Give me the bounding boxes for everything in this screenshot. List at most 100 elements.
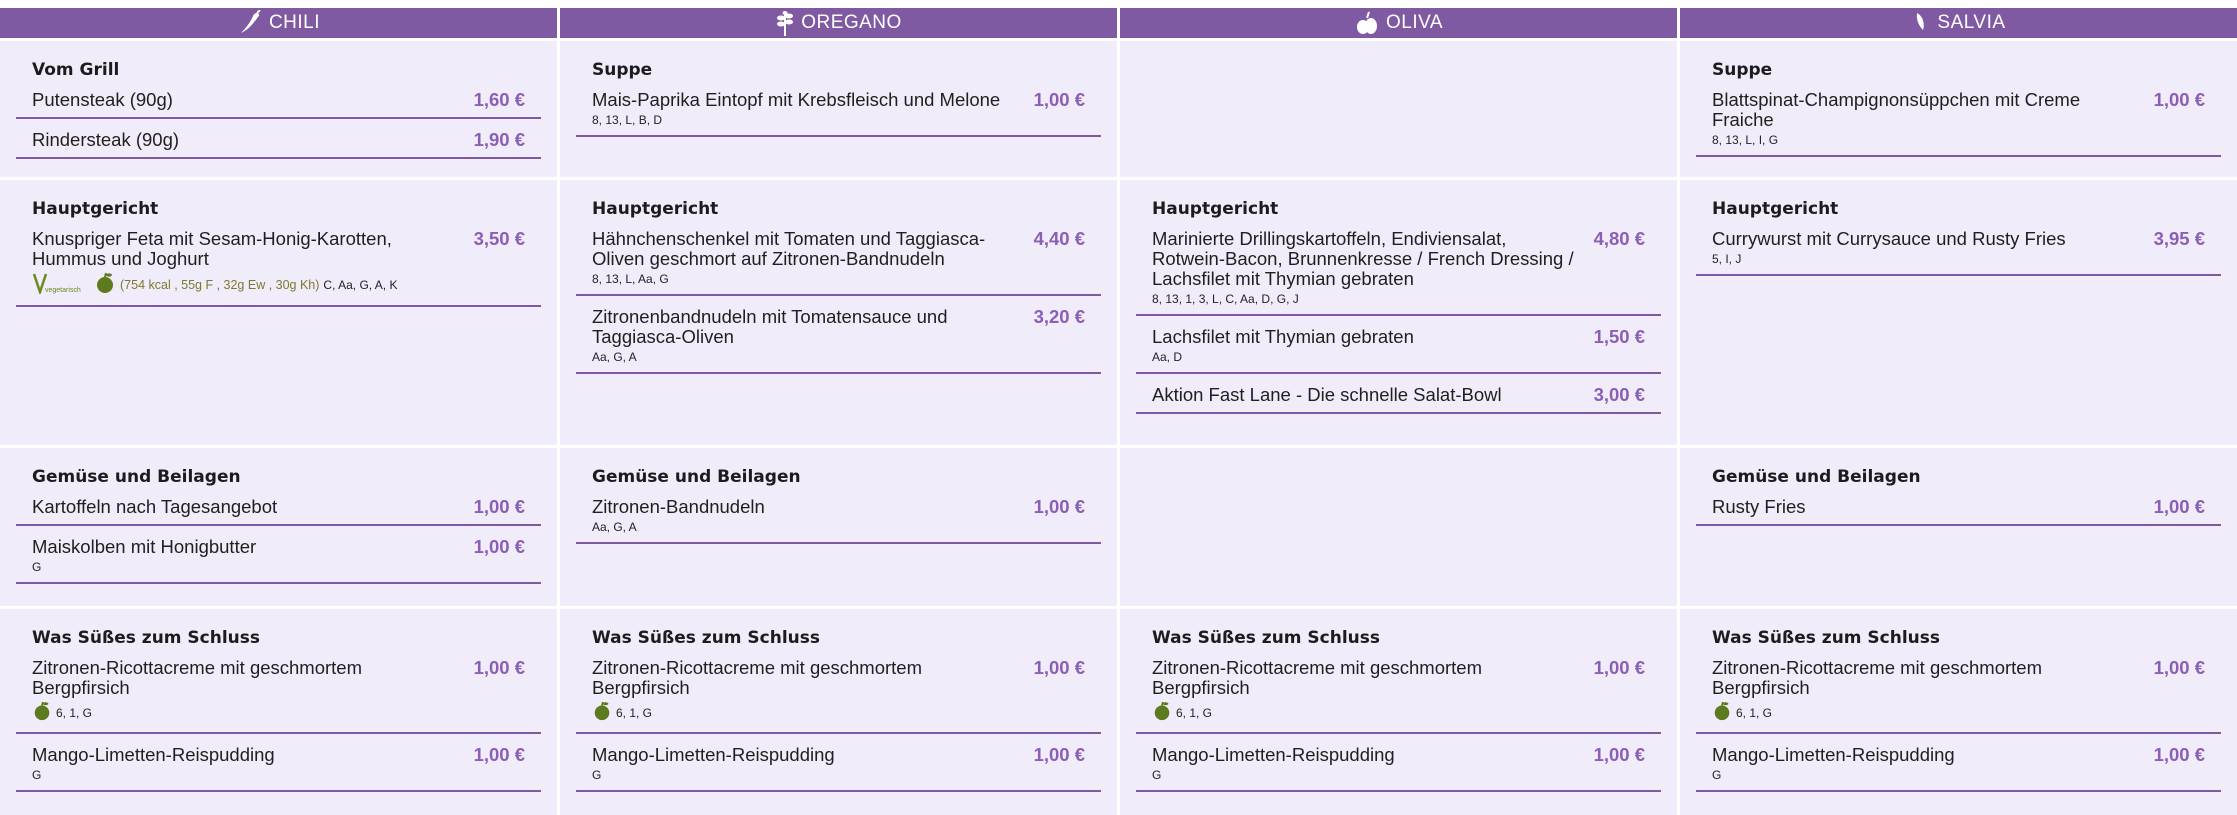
section-title: Was Süßes zum Schluss	[32, 628, 261, 648]
item-allergens: 8, 13, L, B, D	[592, 113, 663, 127]
item-price: 1,00 €	[473, 657, 525, 678]
item-name: Knuspriger Feta mit Sesam-Honig-Karotten…	[32, 228, 392, 269]
vegetarian-label: vegetarisch	[45, 287, 81, 294]
item-allergens: G	[1152, 768, 1162, 782]
menu-item: Zitronen-Ricottacreme mit geschmortem Be…	[16, 658, 541, 734]
item-name: Maiskolben mit Honigbutter	[32, 536, 257, 557]
item-allergens: G	[32, 560, 42, 574]
salvia-main-section: Hauptgericht Currywurst mit Currysauce u…	[1680, 180, 2237, 445]
item-price: 1,00 €	[1033, 89, 1085, 110]
item-price: 1,00 €	[473, 744, 525, 765]
oregano-sides-section: Gemüse und Beilagen Zitronen-Bandnudeln …	[560, 448, 1117, 606]
menu-item: Mais-Paprika Eintopf mit Krebsfleisch un…	[576, 90, 1101, 137]
item-name: Lachsfilet mit Thymian gebraten	[1152, 326, 1414, 347]
oregano-soup-section: Suppe Mais-Paprika Eintopf mit Krebsflei…	[560, 41, 1117, 177]
item-allergens: 8, 13, L, Aa, G	[592, 272, 669, 286]
header-salvia: SALVIA	[1680, 8, 2237, 38]
item-name: Zitronen-Bandnudeln	[592, 496, 765, 517]
item-price: 1,50 €	[1593, 326, 1645, 347]
item-name: Marinierte Drillingskartoffeln, Endivien…	[1152, 228, 1574, 289]
menu-item: Zitronen-Ricottacreme mit geschmortem Be…	[1136, 658, 1661, 734]
menu-item: Maiskolben mit Honigbutter G 1,00 €	[16, 537, 541, 584]
item-name: Putensteak (90g)	[32, 89, 173, 110]
olive-icon	[1354, 10, 1380, 36]
apple-icon	[592, 701, 612, 725]
item-allergens: G	[592, 768, 602, 782]
item-allergens: Aa, G, A	[592, 350, 637, 364]
item-nutrition: (754 kcal , 55g F , 32g Ew , 30g Kh)	[120, 277, 320, 292]
chili-main-section: Hauptgericht Knuspriger Feta mit Sesam-H…	[0, 180, 557, 445]
section-title: Was Süßes zum Schluss	[1712, 628, 1941, 648]
station-name: OLIVA	[1385, 12, 1444, 33]
menu-item: Kartoffeln nach Tagesangebot 1,00 €	[16, 497, 541, 526]
item-price: 1,90 €	[473, 129, 525, 150]
item-price: 3,00 €	[1593, 384, 1645, 405]
item-price: 4,80 €	[1593, 228, 1645, 249]
item-name: Zitronen-Ricottacreme mit geschmortem Be…	[1712, 657, 2043, 698]
item-name: Kartoffeln nach Tagesangebot	[32, 496, 278, 517]
item-allergens: 6, 1, G	[616, 705, 653, 720]
menu-item: Lachsfilet mit Thymian gebraten Aa, D 1,…	[1136, 327, 1661, 374]
item-allergens: C, Aa, G, A, K	[323, 277, 398, 292]
apple-icon	[1152, 701, 1172, 725]
menu-item: Zitronen-Ricottacreme mit geschmortem Be…	[1696, 658, 2221, 734]
item-price: 3,20 €	[1033, 306, 1085, 327]
chili-dessert-section: Was Süßes zum Schluss Zitronen-Ricottacr…	[0, 609, 557, 815]
section-title: Was Süßes zum Schluss	[1152, 628, 1381, 648]
item-price: 1,00 €	[1593, 657, 1645, 678]
menu-item: Knuspriger Feta mit Sesam-Honig-Karotten…	[16, 229, 541, 307]
item-price: 4,40 €	[1033, 228, 1085, 249]
item-name: Zitronen-Ricottacreme mit geschmortem Be…	[592, 657, 923, 698]
menu-item: Rusty Fries 1,00 €	[1696, 497, 2221, 526]
menu-item: Hähnchenschenkel mit Tomaten und Taggias…	[576, 229, 1101, 296]
chili-pepper-icon	[237, 10, 263, 36]
chili-grill-section: Vom Grill Putensteak (90g) 1,60 € Rinder…	[0, 41, 557, 177]
oliva-empty-cell	[1120, 448, 1677, 606]
item-price: 1,00 €	[2153, 89, 2205, 110]
item-name: Mango-Limetten-Reispudding	[1712, 744, 1955, 765]
oliva-main-section: Hauptgericht Marinierte Drillingskartoff…	[1120, 180, 1677, 445]
salvia-dessert-section: Was Süßes zum Schluss Zitronen-Ricottacr…	[1680, 609, 2237, 815]
salvia-sides-section: Gemüse und Beilagen Rusty Fries 1,00 €	[1680, 448, 2237, 606]
item-price: 1,00 €	[1593, 744, 1645, 765]
menu-item: Zitronen-Ricottacreme mit geschmortem Be…	[576, 658, 1101, 734]
item-name: Currywurst mit Currysauce und Rusty Frie…	[1712, 228, 2066, 249]
item-allergens: G	[32, 768, 42, 782]
item-name: Mango-Limetten-Reispudding	[1152, 744, 1395, 765]
item-price: 1,00 €	[2153, 744, 2205, 765]
item-price: 1,00 €	[1033, 496, 1085, 517]
menu-item: Aktion Fast Lane - Die schnelle Salat-Bo…	[1136, 385, 1661, 414]
item-name: Aktion Fast Lane - Die schnelle Salat-Bo…	[1152, 384, 1502, 405]
menu-item: Putensteak (90g) 1,60 €	[16, 90, 541, 119]
item-allergens: G	[1712, 768, 1722, 782]
header-oliva: OLIVA	[1120, 8, 1677, 38]
item-allergens: Aa, G, A	[592, 520, 637, 534]
sage-leaf-icon	[1911, 10, 1931, 36]
oregano-dessert-section: Was Süßes zum Schluss Zitronen-Ricottacr…	[560, 609, 1117, 815]
section-title: Suppe	[592, 60, 653, 80]
item-price: 1,00 €	[473, 536, 525, 557]
item-allergens: 8, 13, 1, 3, L, C, Aa, D, G, J	[1152, 292, 1299, 306]
item-name: Rindersteak (90g)	[32, 129, 180, 150]
station-header-bar: CHILI OREGANO OLIVA SALVIA	[0, 8, 2237, 38]
item-name: Zitronen-Ricottacreme mit geschmortem Be…	[32, 657, 363, 698]
menu-item: Marinierte Drillingskartoffeln, Endivien…	[1136, 229, 1661, 316]
item-allergens: 8, 13, L, I, G	[1712, 133, 1779, 147]
menu-item: Mango-Limetten-Reispudding G 1,00 €	[1696, 745, 2221, 792]
item-allergens: 6, 1, G	[1736, 705, 1773, 720]
item-name: Mango-Limetten-Reispudding	[592, 744, 835, 765]
vegetarian-icon: vegetarisch	[32, 272, 90, 298]
section-title: Gemüse und Beilagen	[592, 467, 801, 487]
item-name: Zitronenbandnudeln mit Tomatensauce und …	[592, 306, 948, 347]
item-name: Mango-Limetten-Reispudding	[32, 744, 275, 765]
item-allergens: 6, 1, G	[1176, 705, 1213, 720]
oliva-dessert-section: Was Süßes zum Schluss Zitronen-Ricottacr…	[1120, 609, 1677, 815]
item-allergens: 5, I, J	[1712, 252, 1742, 266]
chili-sides-section: Gemüse und Beilagen Kartoffeln nach Tage…	[0, 448, 557, 606]
oregano-main-section: Hauptgericht Hähnchenschenkel mit Tomate…	[560, 180, 1117, 445]
station-name: OREGANO	[801, 12, 902, 33]
section-title: Hauptgericht	[592, 199, 719, 219]
item-name: Zitronen-Ricottacreme mit geschmortem Be…	[1152, 657, 1483, 698]
item-price: 3,95 €	[2153, 228, 2205, 249]
menu-item: Blattspinat-Champignonsüppchen mit Creme…	[1696, 90, 2221, 157]
